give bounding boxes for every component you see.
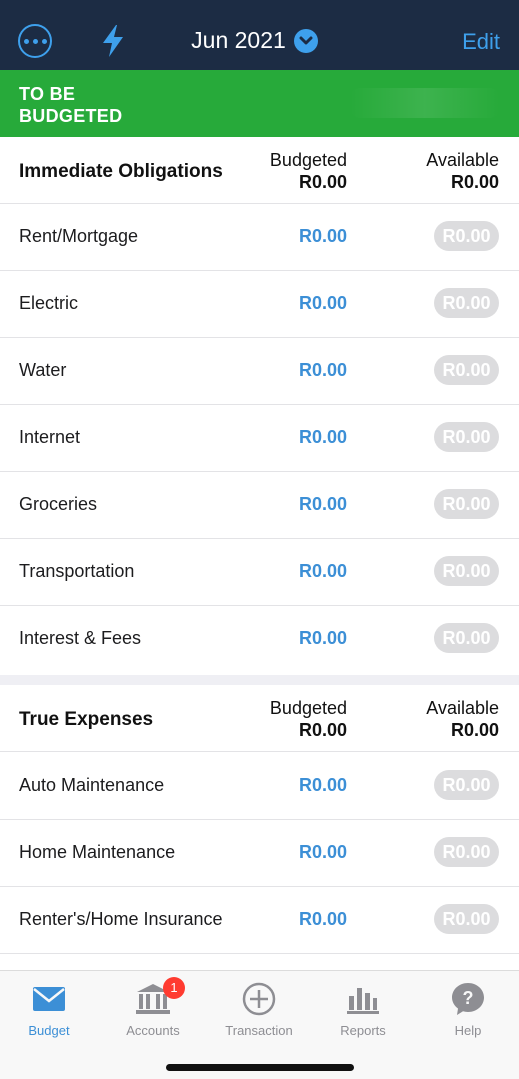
month-selector[interactable]: Jun 2021 <box>0 27 519 54</box>
month-label: Jun 2021 <box>191 27 286 53</box>
budgeted-amount[interactable]: R0.00 <box>299 427 347 448</box>
tab-label: Accounts <box>126 1023 180 1038</box>
category-name: Water <box>19 360 67 380</box>
available-column: Available R0.00 <box>426 150 499 192</box>
available-pill[interactable]: R0.00 <box>434 837 499 867</box>
available-pill[interactable]: R0.00 <box>434 489 499 519</box>
group-available-total: R0.00 <box>450 720 499 740</box>
category-name: Home Maintenance <box>19 842 176 862</box>
available-pill[interactable]: R0.00 <box>434 288 499 318</box>
category-row[interactable]: Internet R0.00 R0.00 <box>0 405 519 472</box>
category-row[interactable]: Transportation R0.00 R0.00 <box>0 539 519 606</box>
bank-icon: 1 <box>101 977 205 1017</box>
budgeted-amount[interactable]: R0.00 <box>299 561 347 582</box>
category-row[interactable]: Auto Maintenance R0.00 R0.00 <box>0 753 519 820</box>
to-be-budgeted-banner[interactable]: TO BE BUDGETED <box>0 70 519 137</box>
category-name: Renter's/Home Insurance <box>19 909 223 929</box>
tab-label: Help <box>454 1023 482 1038</box>
category-row[interactable]: Home Maintenance R0.00 R0.00 <box>0 820 519 887</box>
group-title: True Expenses <box>19 709 154 730</box>
to-be-budgeted-amount-obscured <box>350 88 500 118</box>
budgeted-column: Budgeted R0.00 <box>269 150 347 192</box>
to-be-budgeted-label: TO BE BUDGETED <box>19 84 123 126</box>
group-budgeted-total: R0.00 <box>298 172 347 192</box>
accounts-badge: 1 <box>163 977 185 999</box>
budgeted-amount[interactable]: R0.00 <box>299 494 347 515</box>
category-row[interactable]: Renter's/Home Insurance R0.00 R0.00 <box>0 887 519 954</box>
tab-budget[interactable]: Budget <box>0 981 101 1038</box>
tab-transaction[interactable]: Transaction <box>207 981 311 1038</box>
group-available-total: R0.00 <box>450 172 499 192</box>
tab-reports[interactable]: Reports <box>311 981 415 1038</box>
available-pill[interactable]: R0.00 <box>434 422 499 452</box>
category-name: Interest & Fees <box>19 628 142 648</box>
category-name: Internet <box>19 427 81 447</box>
envelope-icon <box>0 981 101 1017</box>
budgeted-column: Budgeted R0.00 <box>269 698 347 740</box>
bottom-tab-bar: Budget 1 Accounts Transaction Reports ? … <box>0 970 519 1079</box>
available-pill[interactable]: R0.00 <box>434 221 499 251</box>
available-pill[interactable]: R0.00 <box>434 355 499 385</box>
category-group-header[interactable]: Immediate Obligations Budgeted R0.00 Ava… <box>0 137 519 204</box>
svg-text:?: ? <box>463 988 474 1008</box>
available-pill[interactable]: R0.00 <box>434 770 499 800</box>
budgeted-amount[interactable]: R0.00 <box>299 775 347 796</box>
available-pill[interactable]: R0.00 <box>434 556 499 586</box>
budgeted-amount[interactable]: R0.00 <box>299 909 347 930</box>
budgeted-amount[interactable]: R0.00 <box>299 293 347 314</box>
tab-accounts[interactable]: 1 Accounts <box>101 977 205 1038</box>
budgeted-amount[interactable]: R0.00 <box>299 842 347 863</box>
chevron-down-icon <box>293 28 318 53</box>
category-row[interactable]: Interest & Fees R0.00 R0.00 <box>0 606 519 673</box>
tab-label: Reports <box>340 1023 386 1038</box>
question-bubble-icon: ? <box>416 981 519 1017</box>
category-name: Groceries <box>19 494 98 514</box>
group-separator <box>0 675 519 685</box>
plus-circle-icon <box>207 981 311 1017</box>
tab-label: Transaction <box>225 1023 293 1038</box>
category-row[interactable]: Electric R0.00 R0.00 <box>0 271 519 338</box>
available-pill[interactable]: R0.00 <box>434 623 499 653</box>
tab-help[interactable]: ? Help <box>416 981 519 1038</box>
category-row[interactable]: Water R0.00 R0.00 <box>0 338 519 405</box>
bar-chart-icon <box>311 981 415 1017</box>
tab-label: Budget <box>28 1023 70 1038</box>
group-title: Immediate Obligations <box>19 161 223 182</box>
budgeted-amount[interactable]: R0.00 <box>299 628 347 649</box>
edit-button[interactable]: Edit <box>462 29 500 55</box>
available-column: Available R0.00 <box>426 698 499 740</box>
available-pill[interactable]: R0.00 <box>434 904 499 934</box>
budgeted-amount[interactable]: R0.00 <box>299 360 347 381</box>
category-name: Auto Maintenance <box>19 775 165 795</box>
group-budgeted-total: R0.00 <box>298 720 347 740</box>
category-row[interactable]: Rent/Mortgage R0.00 R0.00 <box>0 204 519 271</box>
budgeted-amount[interactable]: R0.00 <box>299 226 347 247</box>
category-group-header[interactable]: True Expenses Budgeted R0.00 Available R… <box>0 685 519 752</box>
category-name: Transportation <box>19 561 135 581</box>
category-name: Rent/Mortgage <box>19 226 139 246</box>
home-indicator <box>166 1064 354 1071</box>
category-name: Electric <box>19 293 79 313</box>
top-nav-bar: Jun 2021 Edit <box>0 0 519 70</box>
category-row[interactable]: Groceries R0.00 R0.00 <box>0 472 519 539</box>
